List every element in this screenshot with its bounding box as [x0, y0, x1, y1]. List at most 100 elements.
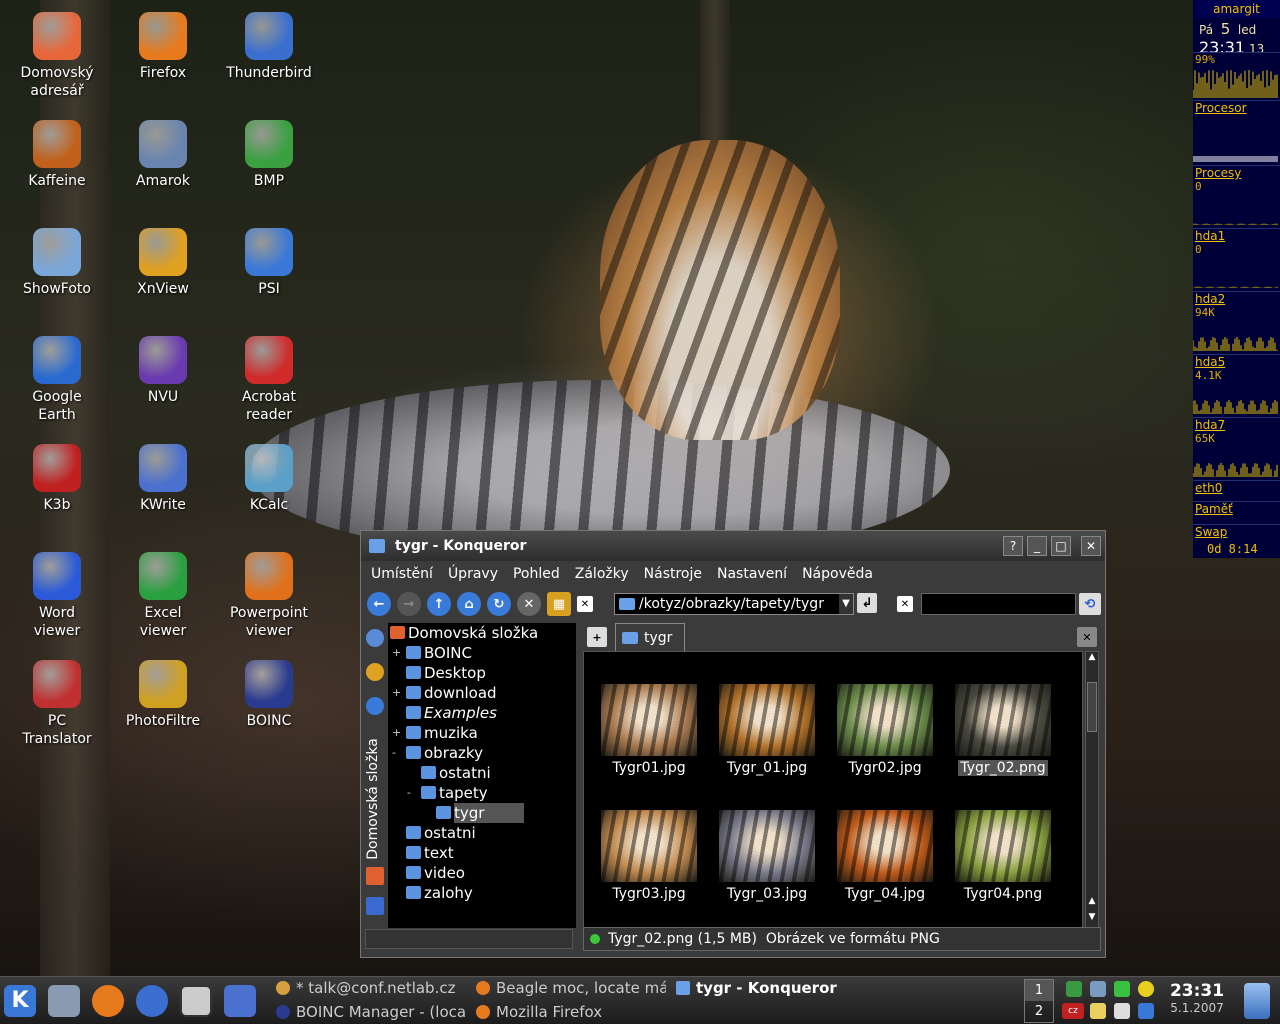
desktop-icon[interactable]: Domovský adresář	[7, 12, 107, 100]
tree-item[interactable]: Desktop	[388, 663, 576, 683]
scroll-up-icon[interactable]: ▲	[1086, 896, 1098, 910]
desktop-icon[interactable]: Amarok	[113, 120, 213, 190]
desktop-icon[interactable]: XnView	[113, 228, 213, 298]
desktop-icon[interactable]: NVU	[113, 336, 213, 406]
tree-item[interactable]: Domovská složka	[388, 623, 576, 643]
tree-item[interactable]: ostatni	[388, 823, 576, 843]
clear-location-icon[interactable]: ✕	[577, 596, 593, 612]
forward-icon[interactable]: →	[397, 592, 421, 616]
menu-item[interactable]: Nastavení	[717, 566, 787, 582]
bookmarks-star-icon[interactable]	[366, 663, 384, 681]
home-icon[interactable]: ⌂	[457, 592, 481, 616]
folder-tree[interactable]: Domovská složka + BOINC Desktop + download Exa…	[388, 623, 576, 928]
view-mode-icon[interactable]: ▦	[547, 592, 571, 616]
scroll-down-icon[interactable]: ▼	[1086, 912, 1098, 926]
konqueror-window[interactable]: tygr - Konqueror ? _ □ ✕ Umístění Úpravy P…	[360, 530, 1106, 958]
desktop-icon[interactable]: BOINC	[219, 660, 319, 730]
up-icon[interactable]: ↑	[427, 592, 451, 616]
boinc-tray-icon[interactable]	[1138, 1003, 1154, 1019]
kde-menu-icon[interactable]: K	[4, 985, 36, 1017]
file-thumbnail[interactable]: Tygr_03.jpg	[708, 810, 826, 902]
keyboard-layout-icon[interactable]: cz	[1062, 1003, 1084, 1019]
location-input[interactable]: /kotyz/obrazky/tapety/tygr	[639, 596, 824, 612]
tree-item[interactable]: + download	[388, 683, 576, 703]
location-bar[interactable]: /kotyz/obrazky/tapety/tygr ▼	[614, 593, 854, 615]
sidebar-tab-home[interactable]: Domovská složka	[363, 731, 383, 871]
tree-item[interactable]: ostatni	[388, 763, 576, 783]
desktop-icon[interactable]: ShowFoto	[7, 228, 107, 298]
close-button[interactable]: ✕	[1081, 536, 1101, 556]
file-thumbnail[interactable]: Tygr04.png	[944, 810, 1062, 902]
menu-item[interactable]: Záložky	[575, 566, 629, 582]
volume-icon[interactable]	[1090, 981, 1106, 997]
tree-item[interactable]: - obrazky	[388, 743, 576, 763]
thumbnail-grid[interactable]: Tygr01.jpg Tygr_01.jpg Tygr02.jpg Tygr_02.p…	[583, 651, 1083, 929]
vertical-scrollbar[interactable]: ▲ ▲ ▼	[1085, 651, 1099, 929]
desktop-1[interactable]: 1	[1025, 980, 1053, 1001]
desktop-2[interactable]: 2	[1025, 1001, 1053, 1022]
desktop-icon[interactable]: PSI	[219, 228, 319, 298]
desktop-icon[interactable]: Excel viewer	[113, 552, 213, 640]
tree-item[interactable]: video	[388, 863, 576, 883]
tree-item[interactable]: text	[388, 843, 576, 863]
expand-icon[interactable]: +	[392, 723, 402, 743]
desktop-icon[interactable]: KCalc	[219, 444, 319, 514]
system-icon[interactable]	[48, 985, 80, 1017]
task-talk[interactable]: * talk@conf.netlab.cz	[276, 977, 466, 999]
clipboard-icon[interactable]	[1090, 1003, 1106, 1019]
new-tab-icon[interactable]: +	[587, 627, 607, 647]
search-input[interactable]	[921, 593, 1076, 615]
tab-tygr[interactable]: tygr	[615, 623, 685, 651]
close-tab-icon[interactable]: ✕	[1077, 627, 1097, 647]
desktop-icon[interactable]: K3b	[7, 444, 107, 514]
collapse-icon[interactable]: -	[407, 783, 417, 803]
network-icon[interactable]	[1066, 981, 1082, 997]
scroll-up-icon[interactable]: ▲	[1086, 652, 1098, 666]
menu-item[interactable]: Umístění	[371, 566, 433, 582]
clock-icon[interactable]	[366, 697, 384, 715]
terminal-icon[interactable]	[180, 985, 212, 1017]
go-icon[interactable]: ↲	[857, 593, 877, 613]
tree-item[interactable]: + muzika	[388, 723, 576, 743]
collapse-icon[interactable]: -	[392, 743, 402, 763]
expand-icon[interactable]: +	[392, 643, 402, 663]
tree-item[interactable]: Examples	[388, 703, 576, 723]
desktop-icon[interactable]: KWrite	[113, 444, 213, 514]
history-icon[interactable]	[366, 629, 384, 647]
battery-icon[interactable]	[1114, 981, 1130, 997]
task-beagle[interactable]: Beagle moc, locate má	[476, 977, 666, 999]
file-thumbnail[interactable]: Tygr_02.png	[944, 684, 1062, 776]
file-thumbnail[interactable]: Tygr01.jpg	[590, 684, 708, 776]
expand-icon[interactable]: +	[392, 683, 402, 703]
help-button[interactable]: ?	[1003, 536, 1023, 556]
services-icon[interactable]	[366, 897, 384, 915]
file-thumbnail[interactable]: Tygr_01.jpg	[708, 684, 826, 776]
desktop-icon[interactable]: PC Translator	[7, 660, 107, 748]
thunderbird-icon[interactable]	[136, 985, 168, 1017]
minimize-button[interactable]: _	[1027, 536, 1047, 556]
back-icon[interactable]: ←	[367, 592, 391, 616]
desktop-icon[interactable]: Word viewer	[7, 552, 107, 640]
menu-item[interactable]: Úpravy	[448, 566, 498, 582]
menu-item[interactable]: Nápověda	[802, 566, 873, 582]
file-thumbnail[interactable]: Tygr03.jpg	[590, 810, 708, 902]
taskbar-clock[interactable]: 23:31 5.1.2007	[1162, 981, 1232, 1015]
desktop-icon[interactable]: Thunderbird	[219, 12, 319, 82]
scrollbar-thumb[interactable]	[1087, 682, 1097, 732]
firefox-icon[interactable]	[92, 985, 124, 1017]
tree-item[interactable]: - tapety	[388, 783, 576, 803]
lightbulb-icon[interactable]	[1138, 981, 1154, 997]
reload-icon[interactable]: ↻	[487, 592, 511, 616]
task-firefox[interactable]: Mozilla Firefox	[476, 1001, 666, 1023]
desktop-icon[interactable]: Google Earth	[7, 336, 107, 424]
stop-icon[interactable]: ✕	[517, 592, 541, 616]
maximize-button[interactable]: □	[1051, 536, 1071, 556]
window-titlebar[interactable]: tygr - Konqueror ? _ □ ✕	[361, 531, 1105, 561]
trash-icon[interactable]	[1244, 983, 1270, 1019]
clear-search-icon[interactable]: ✕	[897, 596, 913, 612]
search-engine-icon[interactable]: ⟲	[1079, 593, 1101, 615]
file-thumbnail[interactable]: Tygr_04.jpg	[826, 810, 944, 902]
menu-item[interactable]: Nástroje	[644, 566, 702, 582]
tree-item[interactable]: zalohy	[388, 883, 576, 903]
desktop-icon[interactable]: Acrobat reader	[219, 336, 319, 424]
